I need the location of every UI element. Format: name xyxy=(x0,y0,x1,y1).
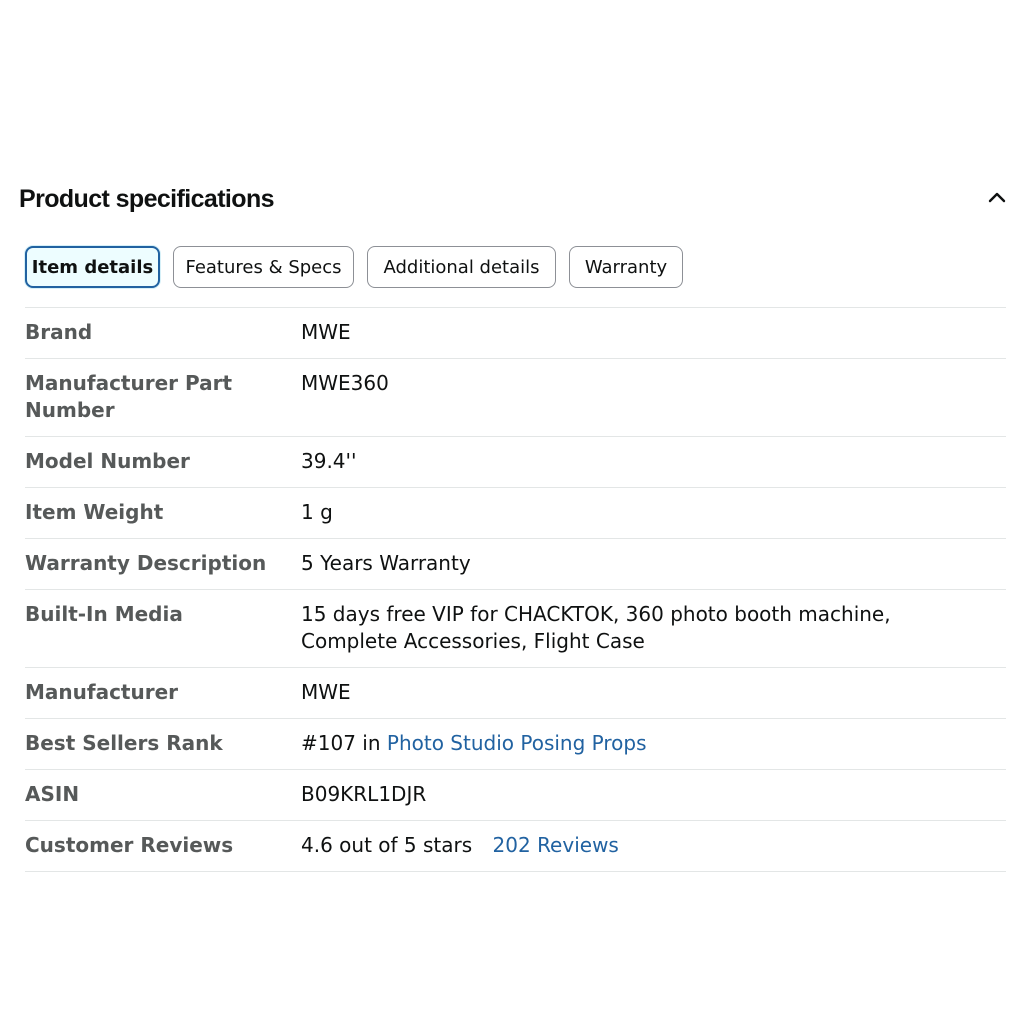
spec-tabs: Item details Features & Specs Additional… xyxy=(25,246,696,288)
spec-row-built-in-media: Built-In Media 15 days free VIP for CHAC… xyxy=(25,590,1006,668)
spec-row-best-sellers-rank: Best Sellers Rank #107 in Photo Studio P… xyxy=(25,719,1006,770)
spec-value: MWE xyxy=(301,320,351,344)
spec-label: Built-In Media xyxy=(25,602,183,626)
spec-label: Manufacturer xyxy=(25,680,179,704)
spec-row-customer-reviews: Customer Reviews 4.6 out of 5 stars 202 … xyxy=(25,821,1006,872)
spec-value: MWE360 xyxy=(301,371,389,395)
reviews-link[interactable]: 202 Reviews xyxy=(493,833,619,857)
rank-text: #107 in xyxy=(301,731,381,755)
spec-row-brand: Brand MWE xyxy=(25,308,1006,359)
spec-value: MWE xyxy=(301,680,351,704)
rank-category-link[interactable]: Photo Studio Posing Props xyxy=(387,731,647,755)
spec-label: Best Sellers Rank xyxy=(25,731,223,755)
section-title: Product specifications xyxy=(19,185,275,213)
tab-features-specs[interactable]: Features & Specs xyxy=(173,246,354,288)
collapse-button[interactable] xyxy=(982,184,1012,210)
tab-item-details[interactable]: Item details xyxy=(25,246,160,288)
spec-value: 39.4'' xyxy=(301,449,357,473)
spec-row-warranty: Warranty Description 5 Years Warranty xyxy=(25,539,1006,590)
spec-value: 1 g xyxy=(301,500,333,524)
reviews-count: 202 xyxy=(492,833,531,857)
spec-row-model-number: Model Number 39.4'' xyxy=(25,437,1006,488)
spec-row-part-number: Manufacturer Part Number MWE360 xyxy=(25,359,1006,437)
spec-table: Brand MWE Manufacturer Part Number MWE36… xyxy=(25,307,1006,872)
spec-label: ASIN xyxy=(25,782,80,806)
spec-label: Item Weight xyxy=(25,500,164,524)
spec-label: Model Number xyxy=(25,449,190,473)
product-specifications-section: Product specifications Item details Feat… xyxy=(0,0,1024,1024)
spec-label: Brand xyxy=(25,320,93,344)
spec-value: 4.6 out of 5 stars 202 Reviews xyxy=(301,832,1006,859)
spec-label: Customer Reviews xyxy=(25,833,234,857)
spec-label: Manufacturer Part Number xyxy=(25,371,233,422)
spec-row-manufacturer: Manufacturer MWE xyxy=(25,668,1006,719)
tab-additional-details[interactable]: Additional details xyxy=(367,246,556,288)
spec-label: Warranty Description xyxy=(25,551,267,575)
spec-value: 5 Years Warranty xyxy=(301,551,471,575)
rating-text: 4.6 out of 5 stars xyxy=(301,833,473,857)
spec-row-item-weight: Item Weight 1 g xyxy=(25,488,1006,539)
chevron-up-icon xyxy=(988,192,1006,203)
spec-value: #107 in Photo Studio Posing Props xyxy=(301,730,1006,757)
spec-row-asin: ASIN B09KRL1DJR xyxy=(25,770,1006,821)
tab-warranty[interactable]: Warranty xyxy=(569,246,683,288)
spec-value: B09KRL1DJR xyxy=(301,782,427,806)
reviews-word: Reviews xyxy=(537,833,619,857)
spec-value: 15 days free VIP for CHACKTOK, 360 photo… xyxy=(301,602,891,653)
